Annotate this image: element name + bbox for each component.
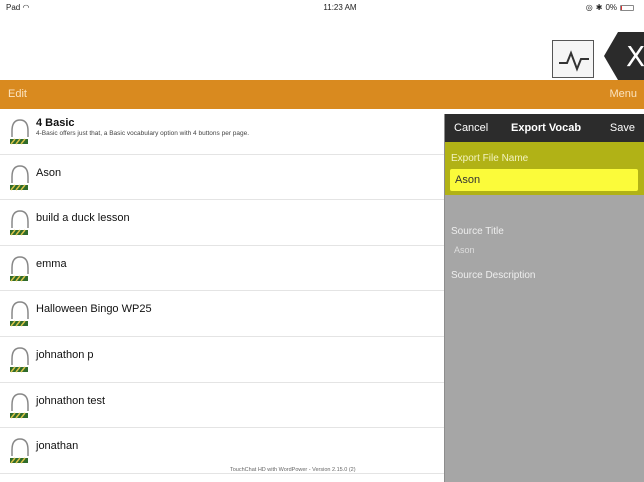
export-panel: Cancel Export Vocab Save Export File Nam… (444, 114, 644, 482)
status-time: 11:23 AM (323, 3, 357, 12)
vocab-item-title: johnathon test (36, 394, 106, 407)
vocab-item-title: emma (36, 257, 67, 270)
panel-title: Export Vocab (511, 122, 582, 134)
vocab-list-item[interactable]: build a duck lesson (0, 200, 444, 246)
status-device-label: Pad (6, 3, 21, 12)
vocab-list-item[interactable]: Ason (0, 155, 444, 201)
waveform-icon[interactable] (552, 40, 594, 78)
vocab-item-title: Ason (36, 166, 62, 179)
vocab-file-icon (8, 117, 32, 147)
export-file-section: Export File Name (445, 142, 644, 195)
vocab-item-title: johnathon p (36, 348, 94, 361)
panel-header: Cancel Export Vocab Save (445, 114, 644, 142)
export-file-name-label: Export File Name (451, 153, 529, 164)
version-footer: TouchChat HD with WordPower - Version 2.… (230, 467, 356, 473)
save-button[interactable]: Save (610, 122, 635, 134)
menu-button[interactable]: Menu (609, 88, 637, 100)
cancel-button[interactable]: Cancel (454, 122, 488, 134)
location-icon: ◎ (585, 3, 593, 12)
vocab-list-item[interactable]: johnathon test (0, 383, 444, 429)
vocab-item-title: build a duck lesson (36, 212, 130, 225)
screen: Pad ◠ 11:23 AM ◎ ✱ 0% X Edit Menu 4 Basi… (0, 0, 644, 482)
vocab-item-title: jonathan (36, 440, 79, 453)
source-description-label: Source Description (451, 270, 536, 281)
status-bar: Pad ◠ 11:23 AM ◎ ✱ 0% (0, 0, 644, 14)
vocab-file-icon (8, 208, 32, 238)
status-right: ◎ ✱ 0% (586, 3, 634, 12)
export-file-name-input[interactable] (450, 169, 638, 191)
vocab-list-item[interactable]: emma (0, 246, 444, 292)
vocab-list-item[interactable]: 4 Basic 4-Basic offers just that, a Basic… (0, 109, 444, 155)
source-title-label: Source Title (451, 226, 504, 237)
vocab-file-icon (8, 299, 32, 329)
battery-icon (620, 4, 634, 11)
battery-percent: 0% (605, 3, 617, 12)
top-toolbar: Edit Menu (0, 80, 644, 109)
header-area (0, 14, 644, 80)
vocab-file-icon (8, 391, 32, 421)
vocab-item-description: 4-Basic offers just that, a Basic vocabu… (36, 130, 250, 137)
vocab-list-item[interactable]: johnathon p (0, 337, 444, 383)
status-device: Pad ◠ (6, 3, 29, 12)
x-glyph: X (626, 40, 644, 73)
vocab-item-title: 4 Basic (36, 117, 75, 129)
vocab-file-icon (8, 436, 32, 466)
bluetooth-icon: ✱ (595, 3, 603, 12)
vocab-item-title: Halloween Bingo WP25 (36, 303, 152, 316)
vocab-list: 4 Basic 4-Basic offers just that, a Basic… (0, 109, 444, 482)
vocab-list-item[interactable]: Halloween Bingo WP25 (0, 291, 444, 337)
wifi-icon: ◠ (22, 3, 30, 12)
edit-button[interactable]: Edit (8, 88, 27, 100)
vocab-file-icon (8, 163, 32, 193)
source-title-value: Ason (454, 245, 475, 255)
vocab-list-item[interactable]: jonathan (0, 428, 444, 474)
vocab-file-icon (8, 254, 32, 284)
vocab-file-icon (8, 345, 32, 375)
